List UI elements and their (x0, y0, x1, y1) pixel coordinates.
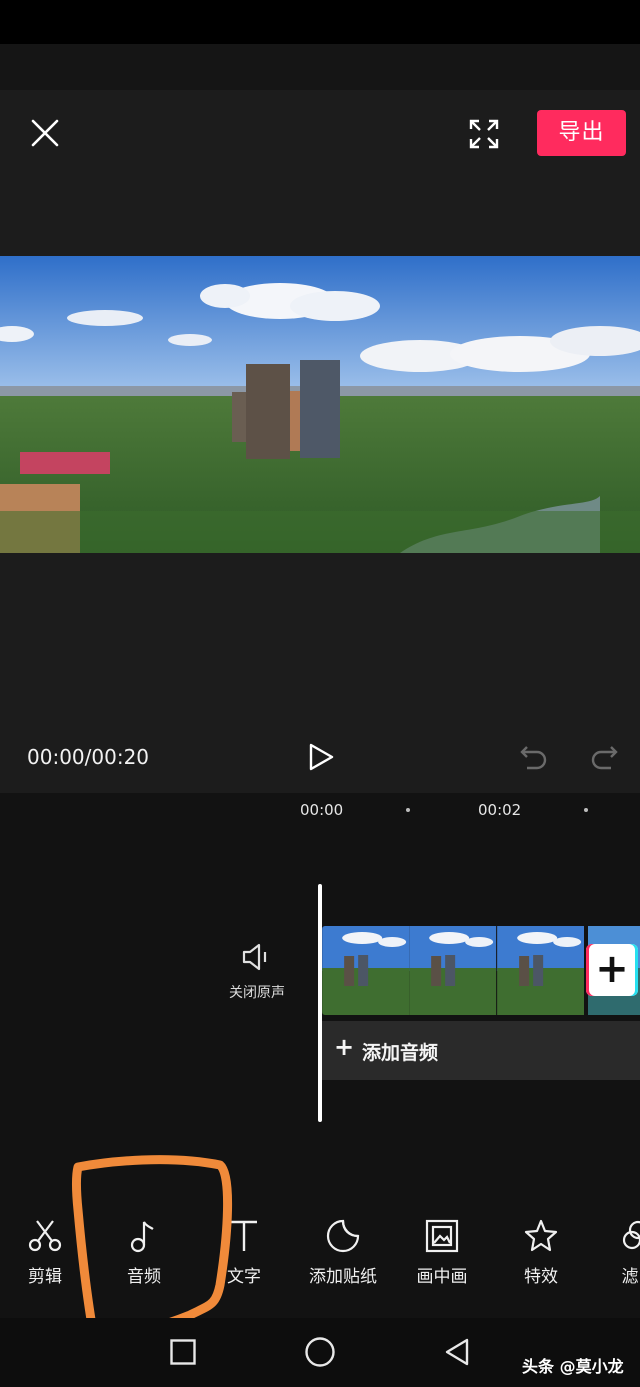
scissors-icon (28, 1220, 62, 1252)
filter-icon (622, 1220, 640, 1250)
tool-label: 添加贴纸 (309, 1267, 377, 1287)
tool-sticker[interactable]: 添加贴纸 (303, 1218, 383, 1287)
video-clip[interactable] (322, 926, 584, 1015)
close-button[interactable] (24, 112, 66, 154)
tool-label: 特效 (524, 1267, 558, 1287)
watermark: 头条 @莫小龙 (522, 1357, 624, 1376)
tool-text[interactable]: 文字 (216, 1218, 272, 1287)
back-button[interactable] (440, 1335, 474, 1369)
clip-thumbnail (322, 926, 410, 1015)
add-clip-button[interactable]: + (586, 944, 638, 996)
preview-image (0, 256, 640, 553)
status-bar (0, 0, 640, 44)
fullscreen-icon (469, 119, 499, 149)
video-preview[interactable] (0, 256, 640, 553)
triangle-back-icon (445, 1338, 469, 1366)
top-strip (0, 44, 640, 90)
sparkle-icon (524, 1219, 558, 1252)
tool-effects[interactable]: 特效 (513, 1218, 569, 1287)
picture-in-picture-icon (425, 1219, 459, 1253)
fullscreen-button[interactable] (462, 112, 506, 156)
time-tick-dot (584, 808, 588, 812)
play-icon (309, 743, 334, 771)
tool-label: 文字 (227, 1267, 261, 1287)
time-tick-dot (406, 808, 410, 812)
tool-audio[interactable]: 音频 (116, 1218, 172, 1287)
tool-pip[interactable]: 画中画 (410, 1218, 474, 1287)
time-tick: 00:00 (300, 801, 344, 819)
tool-filter[interactable]: 滤 (620, 1218, 640, 1287)
tool-label: 画中画 (416, 1267, 468, 1287)
mute-original-button[interactable]: 关闭原声 (222, 940, 292, 1010)
add-audio-plus: + (334, 1033, 355, 1061)
mute-original-label: 关闭原声 (229, 985, 285, 1001)
circle-icon (305, 1337, 335, 1367)
tool-label: 剪辑 (28, 1267, 62, 1287)
square-icon (170, 1339, 196, 1365)
export-button[interactable]: 导出 (537, 110, 626, 156)
add-clip-plus: + (595, 946, 629, 992)
add-audio-label: 添加音频 (362, 1042, 439, 1064)
clip-thumbnail (496, 926, 584, 1015)
home-button[interactable] (302, 1334, 338, 1370)
speaker-icon (242, 943, 267, 971)
tool-label: 音频 (127, 1267, 161, 1287)
music-note-icon (130, 1221, 154, 1253)
close-icon (31, 119, 59, 147)
tool-edit[interactable]: 剪辑 (17, 1218, 73, 1287)
undo-button[interactable] (516, 740, 552, 774)
play-button[interactable] (303, 738, 339, 776)
playhead[interactable] (318, 884, 322, 1122)
undo-icon (520, 746, 547, 770)
tool-label: 滤 (621, 1267, 639, 1287)
sticker-icon (326, 1219, 360, 1253)
redo-icon (591, 746, 618, 770)
text-icon (231, 1220, 257, 1251)
timecode: 00:00/00:20 (27, 745, 150, 769)
redo-button[interactable] (586, 740, 622, 774)
clip-thumbnail (409, 926, 497, 1015)
time-tick: 00:02 (478, 801, 522, 819)
recent-apps-button[interactable] (166, 1335, 200, 1369)
